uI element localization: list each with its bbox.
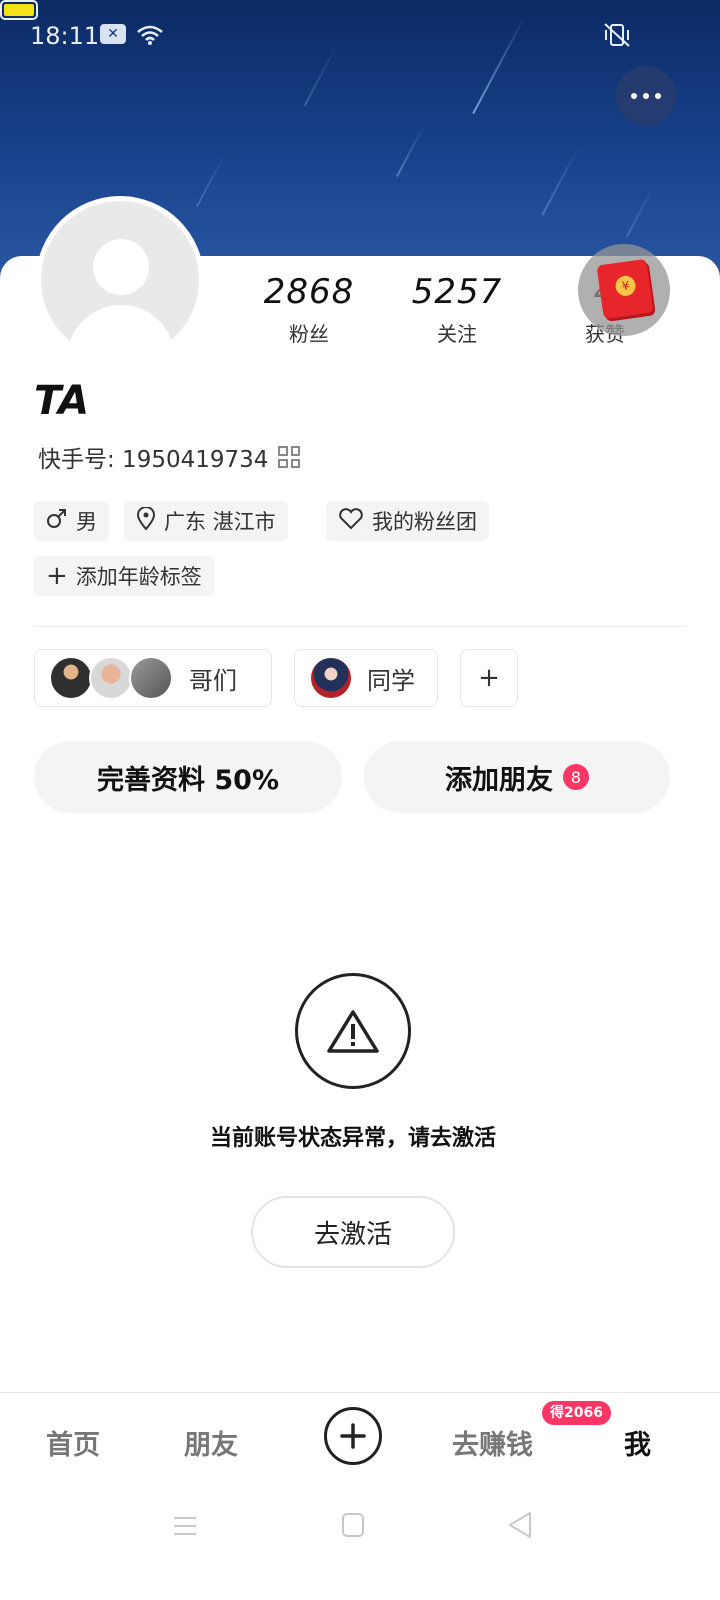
nav-friends[interactable]: 朋友 [184,1423,238,1462]
back-triangle-icon[interactable] [506,1510,534,1544]
group-classmates[interactable]: 同学 [294,649,438,707]
plus-icon: + [478,663,500,693]
plus-circle-icon[interactable] [324,1407,382,1465]
friend-avatar [89,656,133,700]
add-age-tag[interactable]: + 添加年龄标签 [34,556,214,596]
warning-triangle-icon [295,973,411,1089]
add-group-button[interactable]: + [460,649,518,707]
friend-avatar [49,656,93,700]
following-count: 5257 [411,272,503,312]
male-icon [46,508,68,535]
profile-name: TA [34,378,90,424]
fan-club-label: 我的粉丝团 [372,510,477,534]
menu-icon[interactable] [172,1514,198,1542]
location-tag[interactable]: 广东 湛江市 [124,501,288,541]
plus-icon: + [46,561,68,591]
system-nav-bar [0,1488,720,1600]
stat-followers[interactable]: 2868 粉丝 [244,272,374,347]
nav-earn[interactable]: 去赚钱 [452,1423,533,1462]
fan-club-tag[interactable]: 我的粉丝团 [326,501,489,541]
complete-profile-button[interactable]: 完善资料 50% [34,741,342,813]
user-id-row[interactable]: 快手号: 1950419734 [38,440,301,474]
following-label: 关注 [437,322,477,346]
stat-following[interactable]: 5257 关注 [392,272,522,347]
activate-label: 去激活 [313,1219,392,1250]
location-label: 广东 湛江市 [164,510,276,534]
nav-me[interactable]: 我 [624,1423,651,1462]
more-options-button[interactable] [616,66,676,126]
earn-badge: 得2066 [542,1401,611,1425]
gender-tag[interactable]: 男 [34,501,109,541]
status-bar: 18:11 ✕ [0,0,720,70]
followers-label: 粉丝 [289,322,329,346]
nav-home[interactable]: 首页 [46,1423,100,1462]
gender-label: 男 [76,510,97,534]
followers-count: 2868 [263,272,355,312]
avatar[interactable] [36,196,204,364]
add-age-label: 添加年龄标签 [75,565,202,589]
add-friends-label: 添加朋友 [445,764,553,796]
group-label: 同学 [367,666,415,695]
bottom-nav: 首页 朋友 去赚钱 得2066 我 [0,1392,720,1488]
default-avatar-icon [41,201,199,359]
group-label: 哥们 [189,666,237,695]
add-friends-button[interactable]: 添加朋友 8 [364,741,670,813]
red-packet-button[interactable]: ¥ [578,244,670,336]
red-envelope-icon: ¥ [596,258,654,320]
wifi-icon [136,24,164,50]
square-home-icon[interactable] [341,1512,365,1542]
account-status-message: 当前账号状态异常，请去激活 [209,1126,496,1151]
activate-button[interactable]: 去激活 [251,1196,455,1268]
friend-avatar [129,656,173,700]
complete-profile-label: 完善资料 50% [96,764,280,796]
user-id: 快手号: 1950419734 [38,447,269,473]
friend-avatar [309,656,353,700]
heart-icon [338,507,364,535]
notification-badge: 8 [563,764,589,790]
divider [34,626,686,627]
battery-icon [0,0,38,20]
more-horizontal-icon [631,93,637,99]
qr-code-icon[interactable] [278,446,301,468]
status-time: 18:11 [30,22,100,50]
location-pin-icon [136,505,156,536]
close-box-icon: ✕ [100,24,126,44]
group-buddies[interactable]: 哥们 [34,649,272,707]
vibrate-off-icon [602,22,632,52]
